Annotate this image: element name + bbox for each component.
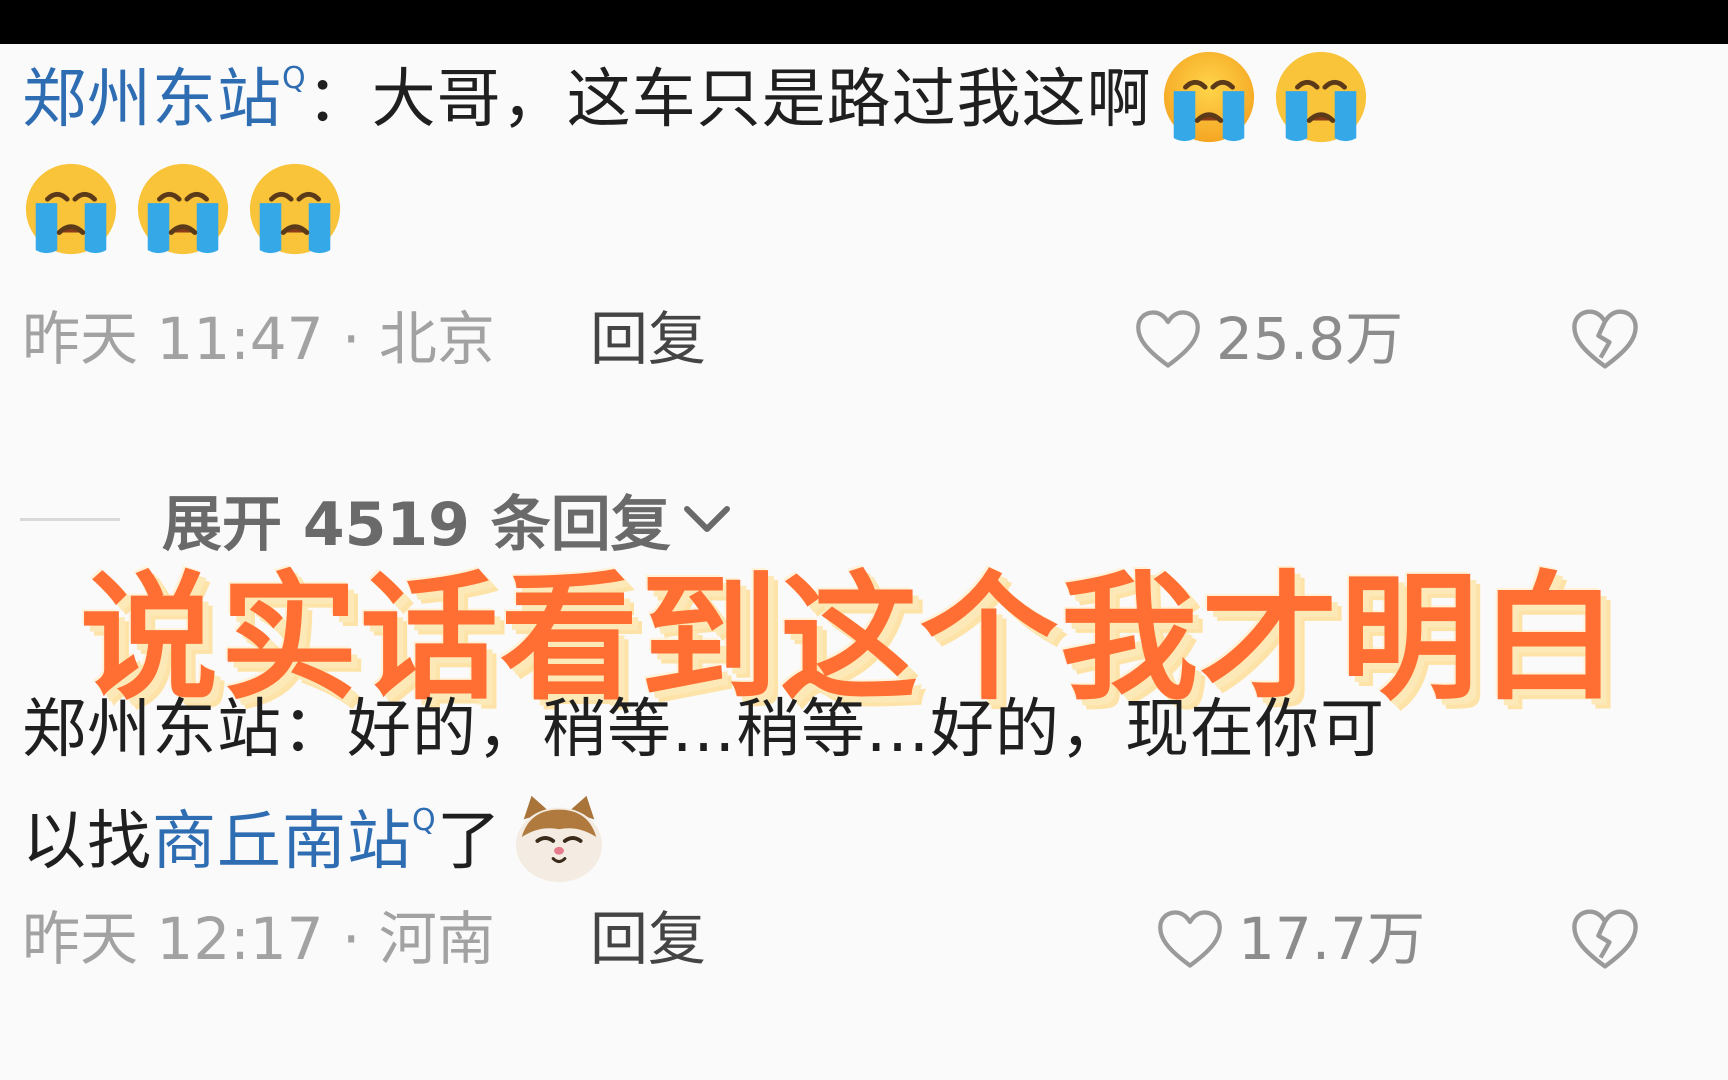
cat-face-icon (510, 790, 608, 888)
crying-face-icon (1272, 48, 1370, 146)
comment-1-body: 郑州东站Q：大哥，这车只是路过我这啊 (22, 44, 1642, 268)
comment-section: 郑州东站Q：大哥，这车只是路过我这啊 昨天 11:47 · 北京 回复 25.8… (0, 44, 1728, 1080)
comment-2-reply-button[interactable]: 回复 (590, 894, 706, 984)
comment-1-meta: 昨天 11:47 · 北京 回复 25.8万 (22, 294, 1702, 384)
comment-2-like-button[interactable]: 17.7万 (1156, 894, 1425, 984)
chevron-down-icon (683, 506, 730, 532)
search-icon: Q (282, 61, 307, 96)
comment-2-text: 好的，稍等...稍等...好的，现在你可 (347, 693, 1386, 767)
comment-2-user[interactable]: 郑州东站 (22, 693, 282, 767)
comment-1-timestamp: 昨天 11:47 · 北京 (22, 305, 495, 373)
comment-1-user-link[interactable]: 郑州东站Q (22, 63, 307, 137)
expand-replies-button[interactable]: 展开 4519 条回复 (20, 474, 735, 564)
crying-face-icon (246, 160, 344, 258)
crying-face-icon (134, 160, 232, 258)
search-icon: Q (412, 803, 437, 838)
comment-2-meta: 昨天 12:17 · 河南 回复 17.7万 (22, 894, 1702, 984)
expand-replies-label: 展开 4519 条回复 (162, 489, 671, 560)
comment-2-timestamp: 昨天 12:17 · 河南 (22, 905, 495, 973)
comment-2-like-count: 17.7万 (1238, 905, 1426, 973)
divider (20, 517, 120, 521)
comment-1-like-button[interactable]: 25.8万 (1134, 294, 1403, 384)
mention-link[interactable]: 商丘南站Q (152, 805, 437, 879)
broken-heart-icon[interactable] (1570, 304, 1640, 374)
broken-heart-icon[interactable] (1570, 904, 1640, 974)
comment-1-like-count: 25.8万 (1216, 305, 1404, 373)
crying-face-icon (22, 160, 120, 258)
heart-icon (1136, 310, 1200, 368)
comment-1-text: 大哥，这车只是路过我这啊 (371, 63, 1152, 137)
crying-face-icon (1160, 48, 1258, 146)
comment-1-reply-button[interactable]: 回复 (590, 294, 706, 384)
heart-icon (1158, 910, 1222, 968)
comment-2-body: 郑州东站：好的，稍等...稍等...好的，现在你可 以找商丘南站Q了 (22, 674, 1642, 898)
